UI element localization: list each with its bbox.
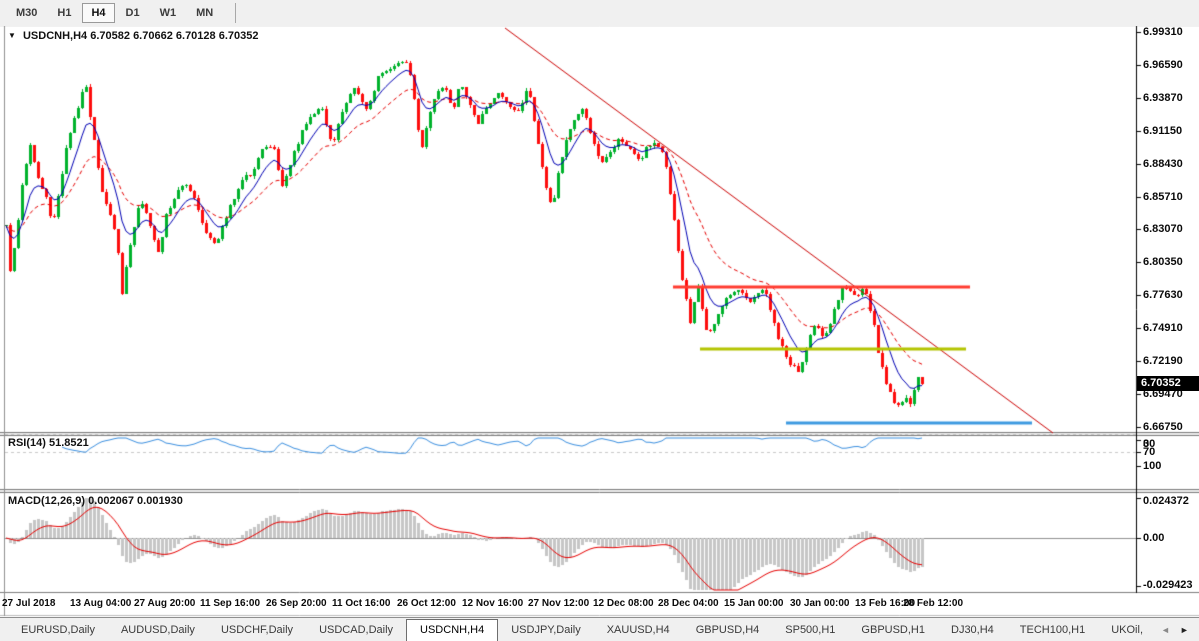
rsi-pane[interactable]: [5, 436, 1136, 489]
price-tick-label: 6.96590: [1143, 59, 1183, 71]
chart-tab-gbpusd-h1[interactable]: GBPUSD,H1: [848, 621, 938, 639]
price-tick-label: 6.99310: [1143, 26, 1183, 38]
symbol-dropdown-icon[interactable]: ▼: [8, 31, 16, 40]
macd-label: MACD(12,26,9) 0.002067 0.001930: [8, 495, 183, 507]
rsi-scale-label: 100: [1143, 460, 1161, 472]
chart-tab-bar: EURUSD,DailyAUDUSD,DailyUSDCHF,DailyUSDC…: [0, 617, 1199, 641]
macd-scale-label: -0.029423: [1143, 579, 1193, 591]
price-tick-label: 6.74910: [1143, 322, 1183, 334]
chart-title: ▼ USDCNH,H4 6.70582 6.70662 6.70128 6.70…: [8, 30, 258, 42]
timeframe-toolbar: M30H1H4D1W1MN: [0, 0, 1199, 26]
chart-tab-sp500-h1[interactable]: SP500,H1: [772, 621, 848, 639]
time-tick-label: 27 Jul 2018: [2, 598, 55, 609]
price-tick-label: 6.93870: [1143, 92, 1183, 104]
main-chart-pane[interactable]: [5, 28, 1136, 432]
time-tick-label: 15 Jan 00:00: [724, 598, 784, 609]
macd-values: 0.002067 0.001930: [88, 495, 183, 507]
ohlc-low: 6.70128: [176, 30, 216, 42]
time-tick-label: 12 Dec 08:00: [593, 598, 654, 609]
chart-tab-gbpusd-h4[interactable]: GBPUSD,H4: [683, 621, 773, 639]
time-tick-label: 11 Sep 16:00: [200, 598, 260, 609]
tab-scroll-left-icon[interactable]: ◄: [1156, 623, 1175, 637]
ohlc-close: 6.70352: [219, 30, 259, 42]
tab-scroll-arrows: ◄►: [1156, 623, 1199, 637]
rsi-value: 51.8521: [49, 437, 89, 449]
ohlc-high: 6.70662: [133, 30, 173, 42]
timeframe-tab-h1[interactable]: H1: [48, 3, 80, 23]
ohlc-open: 6.70582: [90, 30, 130, 42]
price-tick-label: 6.77630: [1143, 289, 1183, 301]
time-tick-label: 28 Dec 04:00: [658, 598, 719, 609]
macd-pane[interactable]: [5, 493, 1136, 592]
current-price-badge: 6.70352: [1137, 376, 1199, 391]
time-tick-label: 27 Nov 12:00: [528, 598, 589, 609]
timeframe-tab-mn[interactable]: MN: [187, 3, 222, 23]
time-tick-label: 13 Aug 04:00: [70, 598, 131, 609]
chart-tab-ukoil[interactable]: UKOil,: [1098, 621, 1156, 639]
macd-scale-label: 0.00: [1143, 532, 1164, 544]
price-tick-label: 6.85710: [1143, 191, 1183, 203]
price-tick-label: 6.80350: [1143, 256, 1183, 268]
timeframe-tab-m30[interactable]: M30: [7, 3, 46, 23]
toolbar-separator: [235, 3, 236, 23]
time-tick-label: 26 Oct 12:00: [397, 598, 456, 609]
chart-tab-audusd-daily[interactable]: AUDUSD,Daily: [108, 621, 208, 639]
price-tick-label: 6.66750: [1143, 421, 1183, 433]
price-tick-label: 6.88430: [1143, 158, 1183, 170]
chart-tab-eurusd-daily[interactable]: EURUSD,Daily: [8, 621, 108, 639]
timeframe-tab-d1[interactable]: D1: [117, 3, 149, 23]
chart-tab-usdcad-daily[interactable]: USDCAD,Daily: [306, 621, 406, 639]
chart-tab-usdchf-daily[interactable]: USDCHF,Daily: [208, 621, 306, 639]
time-tick-label: 26 Sep 20:00: [266, 598, 327, 609]
chart-tab-tech100-h1[interactable]: TECH100,H1: [1007, 621, 1098, 639]
price-tick-label: 6.83070: [1143, 223, 1183, 235]
time-tick-label: 28 Feb 12:00: [903, 598, 963, 609]
time-tick-label: 12 Nov 16:00: [462, 598, 523, 609]
timeframe-tab-w1[interactable]: W1: [151, 3, 186, 23]
macd-scale-label: 0.024372: [1143, 495, 1189, 507]
price-tick-label: 6.91150: [1143, 125, 1182, 137]
time-tick-label: 30 Jan 00:00: [790, 598, 850, 609]
rsi-scale-label: 0: [1143, 438, 1149, 450]
price-tick-label: 6.72190: [1143, 355, 1183, 367]
chart-tab-xauusd-h4[interactable]: XAUUSD,H4: [594, 621, 683, 639]
trading-terminal-window: M30H1H4D1W1MN ▼ USDCNH,H4 6.70582 6.7066…: [0, 0, 1199, 641]
timeframe-tab-h4[interactable]: H4: [82, 3, 114, 23]
symbol-timeframe-label: USDCNH,H4: [23, 30, 87, 42]
chart-tab-usdjpy-daily[interactable]: USDJPY,Daily: [498, 621, 594, 639]
chart-tab-dj30-h4[interactable]: DJ30,H4: [938, 621, 1007, 639]
rsi-label: RSI(14) 51.8521: [8, 437, 89, 449]
tab-scroll-right-icon[interactable]: ►: [1175, 623, 1194, 637]
time-tick-label: 11 Oct 16:00: [332, 598, 390, 609]
time-tick-label: 27 Aug 20:00: [134, 598, 195, 609]
chart-tab-usdcnh-h4[interactable]: USDCNH,H4: [406, 619, 498, 641]
